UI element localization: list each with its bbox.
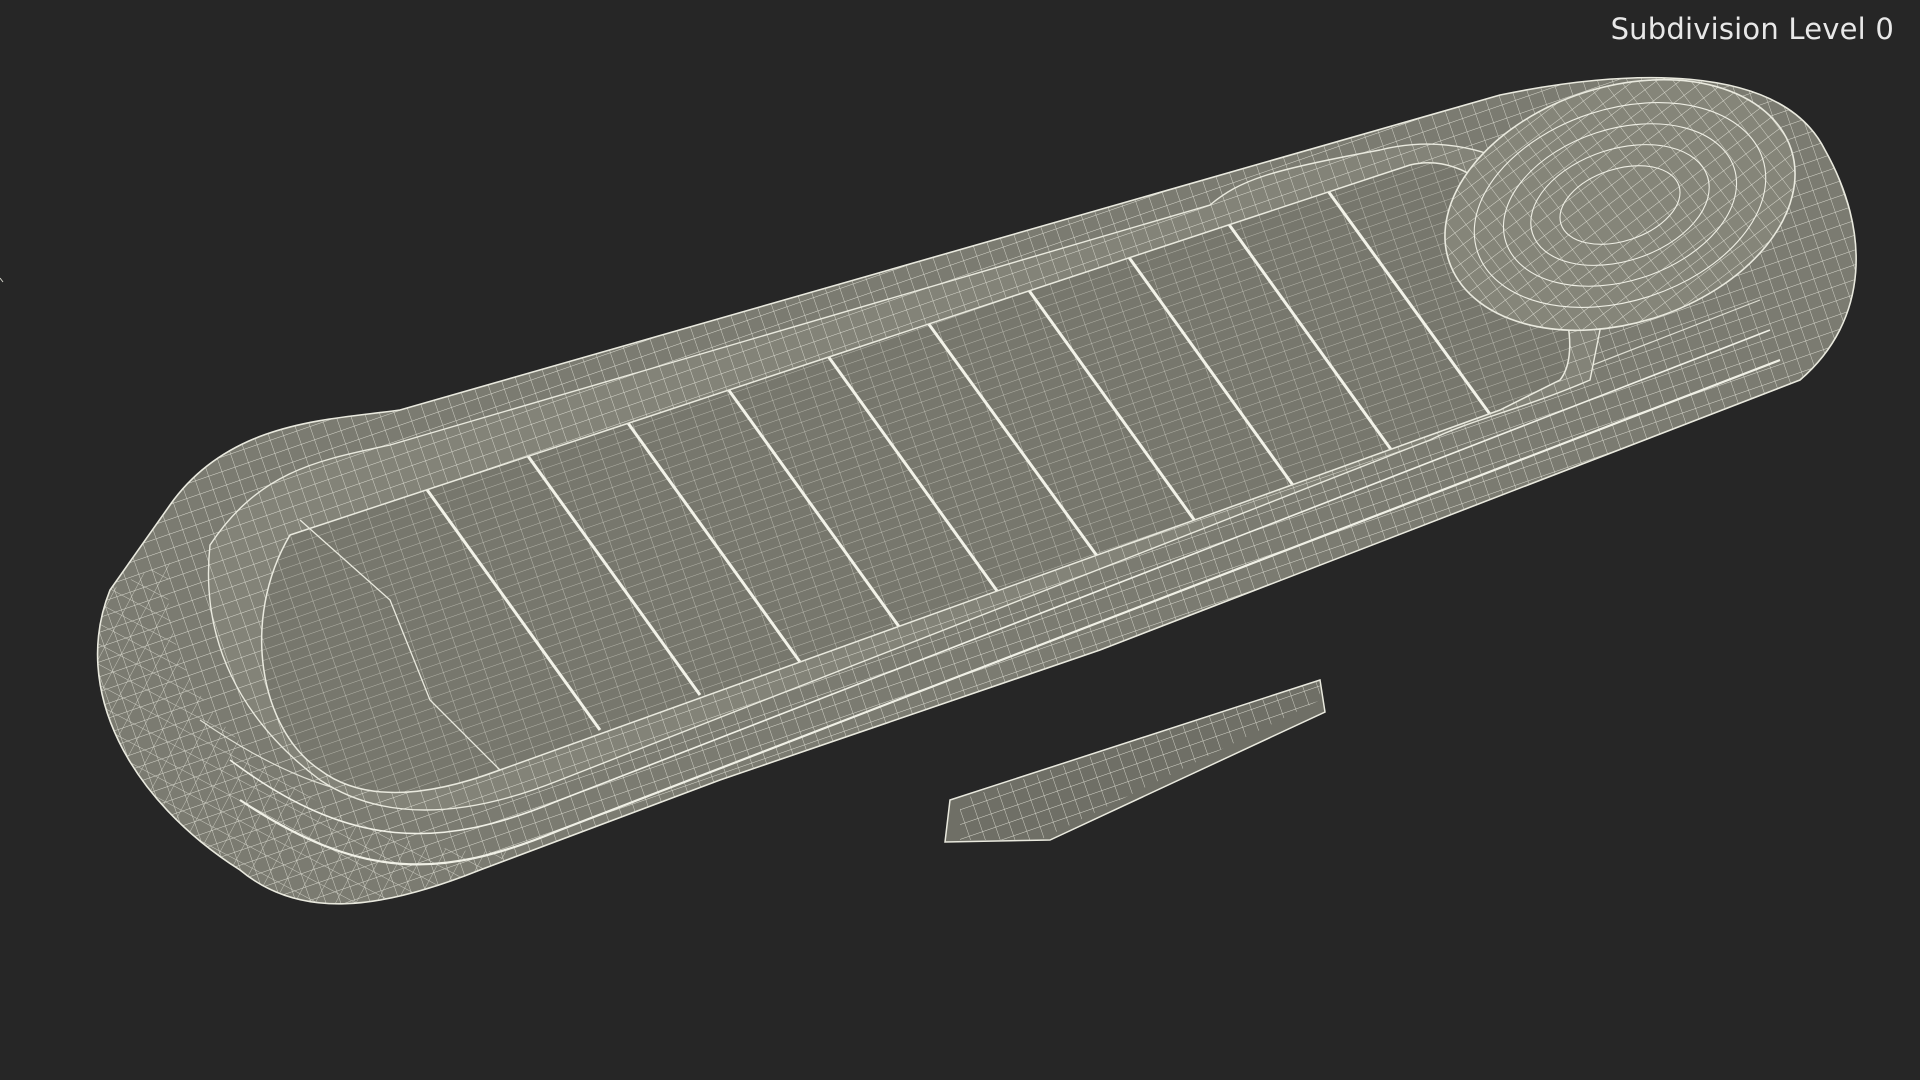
stand-mesh — [944, 679, 1326, 843]
subdivision-level-label: Subdivision Level 0 — [1610, 12, 1894, 46]
wireframe-model — [0, 76, 1857, 905]
viewport[interactable]: Subdivision Level 0 — [0, 0, 1920, 1080]
